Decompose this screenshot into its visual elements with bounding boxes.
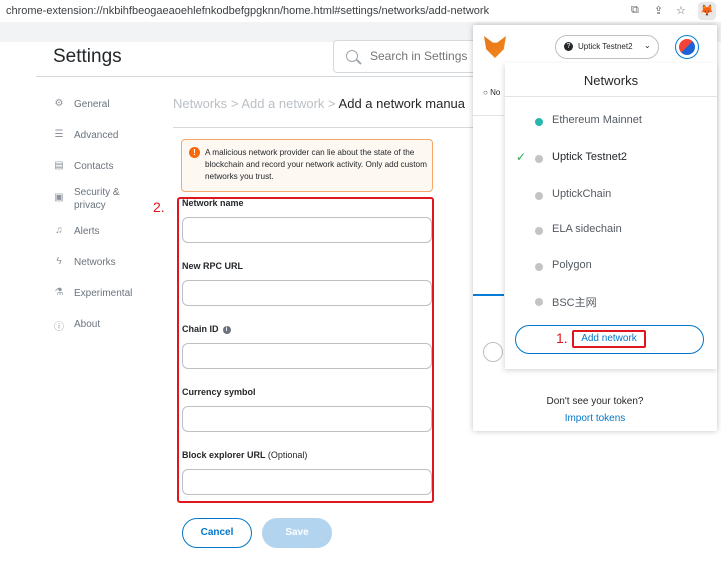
network-item-uptick-testnet2[interactable]: ✓ Uptick Testnet2 xyxy=(505,150,717,169)
network-item-polygon[interactable]: Polygon xyxy=(505,259,717,277)
network-item-ethereum-mainnet[interactable]: Ethereum Mainnet xyxy=(505,114,717,132)
block-explorer-label-row: Block explorer URL (Optional) xyxy=(182,450,307,460)
translate-icon[interactable]: ⧉ xyxy=(631,4,639,17)
save-button[interactable]: Save xyxy=(262,518,332,548)
annotation-step-1: 1. xyxy=(556,330,568,346)
sidebar-item-advanced[interactable]: ☰ Advanced xyxy=(53,129,119,142)
metamask-extension-icon[interactable]: 🦊 xyxy=(698,2,716,20)
chain-id-label: Chain ID xyxy=(182,324,219,334)
network-status-dot xyxy=(535,263,543,271)
currency-symbol-label: Currency symbol xyxy=(182,387,256,397)
divider xyxy=(505,96,717,97)
optional-label: (Optional) xyxy=(267,450,308,460)
bell-icon: ♫ xyxy=(55,225,63,236)
network-name-label: Network name xyxy=(182,198,244,208)
info-icon: ⓘ xyxy=(54,322,64,333)
warning-text: A malicious network provider can lie abo… xyxy=(205,148,427,181)
network-status-dot xyxy=(535,155,543,163)
rpc-url-label: New RPC URL xyxy=(182,261,244,271)
annotation-step-2: 2. xyxy=(153,199,165,215)
search-input[interactable] xyxy=(368,48,482,64)
breadcrumb-separator: > xyxy=(230,96,239,111)
divider xyxy=(473,115,504,116)
sidebar-item-contacts[interactable]: ▤ Contacts xyxy=(53,160,113,173)
background-radio xyxy=(483,342,503,362)
warning-banner: ! A malicious network provider can lie a… xyxy=(181,139,433,192)
radio-dot-icon: ○ xyxy=(483,88,488,97)
divider xyxy=(173,127,476,128)
block-explorer-input[interactable] xyxy=(182,469,432,495)
flask-icon: ⚗ xyxy=(54,287,64,298)
breadcrumb-current: Add a network manua xyxy=(338,96,466,111)
network-status-dot xyxy=(535,227,543,235)
block-explorer-label: Block explorer URL xyxy=(182,450,266,460)
info-icon[interactable]: i xyxy=(222,325,231,334)
network-question-icon: ? xyxy=(564,42,573,51)
network-status-dot xyxy=(535,192,543,200)
plug-icon: ϟ xyxy=(56,256,62,267)
sidebar-item-alerts[interactable]: ♫ Alerts xyxy=(53,225,99,238)
sidebar-item-networks[interactable]: ϟ Networks xyxy=(53,256,115,269)
url-text[interactable]: chrome-extension://nkbihfbeogaeaoehlefnk… xyxy=(6,5,489,17)
checkmark-icon: ✓ xyxy=(516,150,527,164)
tokens-question: Don't see your token? xyxy=(546,396,644,407)
current-network-label: Uptick Testnet2 xyxy=(578,42,633,51)
networks-dropdown-title: Networks xyxy=(583,73,639,88)
add-network-label[interactable]: Add network xyxy=(572,330,646,348)
network-name-input[interactable] xyxy=(182,217,432,243)
sidebar-item-security[interactable]: ▣ Security & privacy xyxy=(53,186,129,212)
breadcrumb-add-network[interactable]: Add a network xyxy=(241,96,324,111)
warning-icon: ! xyxy=(189,147,200,158)
divider xyxy=(36,76,476,77)
contacts-book-icon: ▤ xyxy=(54,160,64,171)
chain-id-label-row: Chain ID i xyxy=(182,324,231,334)
account-avatar[interactable] xyxy=(675,35,699,59)
sidebar-item-about[interactable]: ⓘ About xyxy=(53,318,100,333)
currency-symbol-input[interactable] xyxy=(182,406,432,432)
chain-id-input[interactable] xyxy=(182,343,432,369)
sliders-icon: ☰ xyxy=(54,129,64,140)
bookmark-star-icon[interactable]: ☆ xyxy=(676,4,686,17)
browser-url-bar[interactable]: chrome-extension://nkbihfbeogaeaoehlefnk… xyxy=(0,0,721,23)
page-title: Settings xyxy=(53,46,122,67)
network-selector[interactable]: ? Uptick Testnet2 ⌄ xyxy=(555,35,659,59)
cancel-button[interactable]: Cancel xyxy=(182,518,252,548)
lock-icon: ▣ xyxy=(54,192,64,203)
sidebar-item-general[interactable]: ⚙ General xyxy=(53,98,110,111)
background-tab-indicator xyxy=(473,294,504,296)
sidebar-item-experimental[interactable]: ⚗ Experimental xyxy=(53,287,133,300)
background-text-fragment: ○ No xyxy=(483,88,501,97)
network-status-dot xyxy=(535,298,543,306)
chevron-down-icon: ⌄ xyxy=(644,41,651,50)
breadcrumb: Networks > Add a network > Add a network… xyxy=(173,96,465,111)
import-tokens-link[interactable]: Import tokens xyxy=(473,413,717,424)
gear-icon: ⚙ xyxy=(54,98,64,109)
networks-dropdown xyxy=(505,63,717,369)
rpc-url-input[interactable] xyxy=(182,280,432,306)
network-status-dot xyxy=(535,118,543,126)
share-icon[interactable]: ⇪ xyxy=(654,4,663,17)
search-icon xyxy=(346,50,358,62)
settings-search[interactable] xyxy=(333,40,485,73)
network-item-bsc[interactable]: BSC主网 xyxy=(505,294,717,312)
network-item-uptickchain[interactable]: UptickChain xyxy=(505,188,717,206)
network-item-ela-sidechain[interactable]: ELA sidechain xyxy=(505,223,717,241)
breadcrumb-separator: > xyxy=(328,96,336,111)
breadcrumb-networks[interactable]: Networks xyxy=(173,96,227,111)
